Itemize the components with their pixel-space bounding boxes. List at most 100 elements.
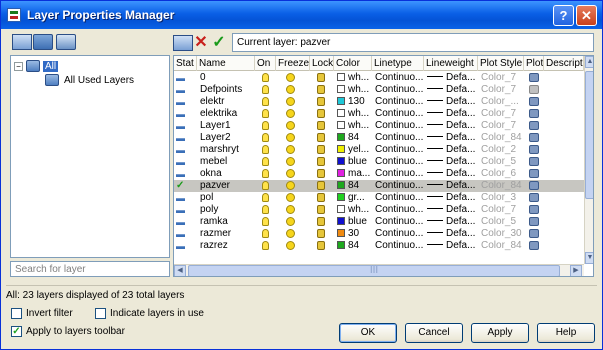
layer-color[interactable]: 84 (337, 132, 371, 144)
invert-filter-checkbox[interactable] (11, 308, 22, 319)
search-for-layer-input[interactable]: Search for layer (10, 261, 170, 277)
new-property-filter-icon[interactable] (12, 34, 32, 50)
layer-color[interactable]: wh... (337, 108, 371, 120)
printer-icon[interactable] (529, 204, 541, 216)
title-help-button[interactable]: ? (553, 5, 574, 26)
lock-icon[interactable] (317, 108, 329, 120)
column-header-plot-style[interactable]: Plot Style (478, 56, 524, 71)
vertical-scrollbar[interactable]: ▲ ▼ (584, 56, 593, 264)
apply-toolbar-option[interactable]: ✓ Apply to layers toolbar (11, 326, 125, 337)
printer-icon[interactable] (529, 120, 541, 132)
printer-icon[interactable] (529, 132, 541, 144)
filter-tree-panel[interactable]: − All All Used Layers (10, 55, 170, 258)
layer-lineweight[interactable]: Defa... (427, 120, 477, 132)
on-bulb-icon[interactable] (262, 96, 274, 108)
layer-linetype[interactable]: Continuo... (375, 132, 423, 144)
on-bulb-icon[interactable] (262, 84, 274, 96)
horizontal-scroll-thumb[interactable]: III (188, 265, 560, 276)
printer-icon[interactable] (529, 168, 541, 180)
layer-list[interactable]: Stat Name On Freeze Lock Color Linetype … (173, 55, 594, 277)
ok-button[interactable]: OK (339, 323, 397, 343)
lock-icon[interactable] (317, 240, 329, 252)
layer-linetype[interactable]: Continuo... (375, 84, 423, 96)
scroll-down-arrow-icon[interactable]: ▼ (585, 252, 593, 264)
layer-lineweight[interactable]: Defa... (427, 132, 477, 144)
layer-row[interactable]: ▬ poly wh... Continuo... Defa... Color_7 (174, 204, 584, 216)
layer-color[interactable]: blue (337, 156, 371, 168)
printer-icon[interactable] (529, 96, 541, 108)
column-header-lock[interactable]: Lock (310, 56, 334, 71)
on-bulb-icon[interactable] (262, 216, 274, 228)
layer-lineweight[interactable]: Defa... (427, 240, 477, 252)
layer-lineweight[interactable]: Defa... (427, 144, 477, 156)
layer-states-manager-icon[interactable] (56, 34, 76, 50)
column-header-freeze[interactable]: Freeze (276, 56, 310, 71)
lock-icon[interactable] (317, 228, 329, 240)
freeze-sun-icon[interactable] (286, 204, 298, 216)
layer-lineweight[interactable]: Defa... (427, 180, 477, 192)
freeze-sun-icon[interactable] (286, 72, 298, 84)
layer-name[interactable]: marshryt (200, 144, 256, 156)
help-button[interactable]: Help (537, 323, 595, 343)
layer-name[interactable]: Defpoints (200, 84, 256, 96)
column-header-description[interactable]: Descriptio (544, 56, 584, 71)
layer-name[interactable]: ramka (200, 216, 256, 228)
lock-icon[interactable] (317, 84, 329, 96)
layer-lineweight[interactable]: Defa... (427, 72, 477, 84)
lock-icon[interactable] (317, 72, 329, 84)
on-bulb-icon[interactable] (262, 132, 274, 144)
on-bulb-icon[interactable] (262, 240, 274, 252)
layer-row[interactable]: ▬ marshryt yel... Continuo... Defa... Color_2 (174, 144, 584, 156)
layer-name[interactable]: 0 (200, 72, 256, 84)
column-header-lineweight[interactable]: Lineweight (424, 56, 478, 71)
lock-icon[interactable] (317, 216, 329, 228)
layer-linetype[interactable]: Continuo... (375, 72, 423, 84)
column-header-on[interactable]: On (255, 56, 276, 71)
printer-icon[interactable] (529, 180, 541, 192)
on-bulb-icon[interactable] (262, 120, 274, 132)
on-bulb-icon[interactable] (262, 180, 274, 192)
freeze-sun-icon[interactable] (286, 96, 298, 108)
indicate-layers-option[interactable]: Indicate layers in use (95, 308, 204, 319)
lock-icon[interactable] (317, 120, 329, 132)
layer-name[interactable]: elektr (200, 96, 256, 108)
layer-lineweight[interactable]: Defa... (427, 192, 477, 204)
layer-linetype[interactable]: Continuo... (375, 240, 423, 252)
lock-icon[interactable] (317, 168, 329, 180)
layer-name[interactable]: pol (200, 192, 256, 204)
layer-linetype[interactable]: Continuo... (375, 228, 423, 240)
vertical-scroll-thumb[interactable] (585, 71, 593, 199)
layer-name[interactable]: Layer1 (200, 120, 256, 132)
on-bulb-icon[interactable] (262, 108, 274, 120)
layer-linetype[interactable]: Continuo... (375, 156, 423, 168)
column-header-status[interactable]: Stat (174, 56, 197, 71)
new-layer-icon[interactable] (173, 35, 193, 51)
layer-lineweight[interactable]: Defa... (427, 156, 477, 168)
layer-row[interactable]: ▬ 0 wh... Continuo... Defa... Color_7 (174, 72, 584, 84)
printer-icon[interactable] (529, 72, 541, 84)
layer-row[interactable]: ▬ elektr 130 Continuo... Defa... Color_... (174, 96, 584, 108)
layer-linetype[interactable]: Continuo... (375, 216, 423, 228)
lock-icon[interactable] (317, 192, 329, 204)
layer-linetype[interactable]: Continuo... (375, 144, 423, 156)
on-bulb-icon[interactable] (262, 144, 274, 156)
freeze-sun-icon[interactable] (286, 192, 298, 204)
on-bulb-icon[interactable] (262, 72, 274, 84)
layer-row[interactable]: ▬ ramka blue Continuo... Defa... Color_5 (174, 216, 584, 228)
layer-row[interactable]: ▬ elektrika wh... Continuo... Defa... Color_7 (174, 108, 584, 120)
printer-icon[interactable] (529, 228, 541, 240)
layer-name[interactable]: elektrika (200, 108, 256, 120)
cancel-button[interactable]: Cancel (405, 323, 463, 343)
layer-color[interactable]: ma... (337, 168, 371, 180)
on-bulb-icon[interactable] (262, 192, 274, 204)
layer-lineweight[interactable]: Defa... (427, 96, 477, 108)
apply-toolbar-checkbox[interactable]: ✓ (11, 326, 22, 337)
layer-row[interactable]: ▬ razrez 84 Continuo... Defa... Color_84 (174, 240, 584, 252)
layer-lineweight[interactable]: Defa... (427, 204, 477, 216)
layer-color[interactable]: gr... (337, 192, 371, 204)
new-group-filter-icon[interactable] (33, 34, 53, 50)
layer-row[interactable]: ✓ pazver 84 Continuo... Defa... Color_84 (174, 180, 584, 192)
layer-color[interactable]: wh... (337, 204, 371, 216)
layer-lineweight[interactable]: Defa... (427, 84, 477, 96)
scroll-up-arrow-icon[interactable]: ▲ (585, 56, 593, 68)
